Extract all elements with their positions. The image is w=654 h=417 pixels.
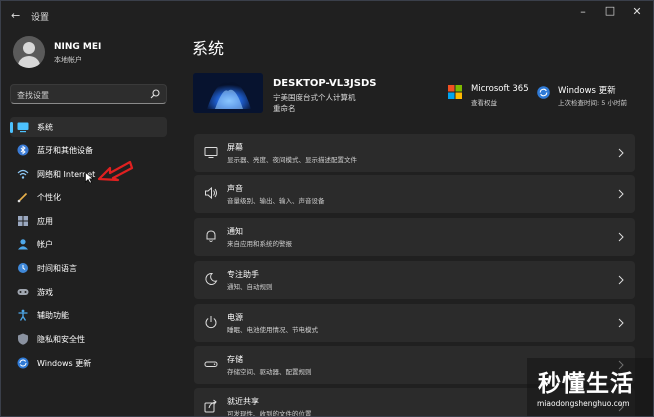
microsoft-365-title[interactable]: Microsoft 365 — [471, 84, 529, 94]
watermark-url: miaodongshenghuo.com — [537, 399, 630, 408]
setting-card-display[interactable]: 屏幕 显示器、亮度、夜间模式、显示描述配置文件 — [194, 134, 635, 172]
card-title: 专注助手 — [227, 270, 259, 279]
card-subtitle: 可发现性、收到的文件的位置 — [227, 410, 312, 417]
minimize-icon[interactable]: – — [573, 5, 593, 18]
chevron-right-icon — [618, 275, 624, 285]
microsoft-365-icon — [448, 85, 462, 99]
accessibility-icon — [18, 309, 28, 321]
chevron-right-icon — [618, 148, 624, 158]
page-title: 系统 — [192, 39, 225, 58]
sidebar-item-label: 蓝牙和其他设备 — [37, 146, 93, 155]
setting-card-sound[interactable]: 声音 音量级别、输出、输入、声音设备 — [194, 175, 635, 213]
active-indicator — [10, 122, 13, 133]
title-bar: ← 设置 – □ ✕ — [1, 1, 653, 31]
share-icon — [204, 399, 217, 413]
card-title: 通知 — [227, 227, 243, 236]
microsoft-365-subtitle: 查看权益 — [471, 99, 497, 107]
bell-icon — [206, 230, 216, 242]
system-icon — [17, 122, 29, 133]
sidebar-item-label: 系统 — [37, 123, 53, 132]
card-subtitle: 来自应用和系统的警报 — [227, 240, 292, 248]
windows-update-subtitle: 上次检查时间: 5 小时前 — [558, 99, 627, 107]
settings-window: ← 设置 – □ ✕ NING MEI 本地帐户 系统 蓝牙和其他设备 — [0, 0, 654, 417]
windows-update-title[interactable]: Windows 更新 — [558, 84, 616, 96]
setting-card-power[interactable]: 电源 睡眠、电池使用情况、节电模式 — [194, 304, 635, 342]
power-icon — [205, 316, 217, 329]
back-arrow-icon[interactable]: ← — [11, 9, 20, 22]
monitor-icon — [204, 147, 218, 158]
chevron-right-icon — [618, 318, 624, 328]
card-title: 就近共享 — [227, 397, 259, 406]
sidebar-item-time-language[interactable]: 时间和语言 — [10, 258, 167, 278]
sidebar-item-system[interactable]: 系统 — [10, 117, 167, 137]
personalization-icon — [17, 192, 28, 203]
storage-icon — [204, 361, 218, 367]
sidebar-item-label: 帐户 — [37, 240, 53, 249]
red-arrow-annotation — [97, 160, 134, 182]
sidebar-item-windows-update[interactable]: Windows 更新 — [10, 353, 167, 373]
rename-link[interactable]: 重命名 — [273, 103, 296, 114]
user-name: NING MEI — [54, 42, 102, 52]
sidebar-item-label: 隐私和安全性 — [37, 335, 85, 344]
device-model: 宁美国度台式个人计算机 — [273, 93, 356, 102]
chevron-right-icon — [618, 189, 624, 199]
card-subtitle: 音量级别、输出、输入、声音设备 — [227, 197, 325, 205]
maximize-icon[interactable]: □ — [600, 4, 620, 17]
sidebar-item-label: 个性化 — [37, 193, 61, 202]
watermark-text: 秒懂生活 — [538, 371, 634, 397]
sidebar-item-label: 时间和语言 — [37, 264, 77, 273]
privacy-shield-icon — [18, 333, 28, 345]
sidebar-item-personalization[interactable]: 个性化 — [10, 187, 167, 207]
avatar[interactable] — [13, 36, 45, 68]
search-icon[interactable] — [150, 89, 160, 99]
sidebar-item-label: 应用 — [37, 217, 53, 226]
search-input[interactable] — [15, 87, 149, 103]
card-title: 屏幕 — [227, 143, 243, 152]
windows-update-icon — [17, 357, 29, 369]
sidebar-item-bluetooth[interactable]: 蓝牙和其他设备 — [10, 140, 167, 160]
network-icon — [17, 169, 29, 179]
card-title: 电源 — [227, 313, 243, 322]
card-subtitle: 存储空间、驱动器、配置规则 — [227, 368, 312, 376]
bluetooth-icon — [17, 144, 29, 156]
sidebar-item-accounts[interactable]: 帐户 — [10, 234, 167, 254]
setting-card-notifications[interactable]: 通知 来自应用和系统的警报 — [194, 218, 635, 256]
accounts-icon — [18, 239, 28, 250]
sidebar-item-privacy[interactable]: 隐私和安全性 — [10, 329, 167, 349]
window-title: 设置 — [31, 13, 50, 23]
watermark: 秒懂生活 miaodongshenghuo.com — [527, 358, 653, 416]
time-language-icon — [18, 263, 28, 273]
account-type: 本地帐户 — [54, 56, 82, 64]
sidebar-item-apps[interactable]: 应用 — [10, 211, 167, 231]
close-icon[interactable]: ✕ — [627, 5, 647, 18]
moon-icon — [205, 272, 218, 285]
sidebar-item-label: 辅助功能 — [37, 311, 69, 320]
apps-icon — [18, 216, 28, 226]
sidebar-item-label: Windows 更新 — [37, 359, 92, 368]
sidebar-item-accessibility[interactable]: 辅助功能 — [10, 305, 167, 325]
card-subtitle: 显示器、亮度、夜间模式、显示描述配置文件 — [227, 156, 357, 164]
card-subtitle: 通知、自动规则 — [227, 283, 273, 291]
sidebar-item-gaming[interactable]: 游戏 — [10, 282, 167, 302]
windows-update-status-icon — [537, 86, 550, 99]
card-subtitle: 睡眠、电池使用情况、节电模式 — [227, 326, 318, 334]
sidebar-item-label: 游戏 — [37, 288, 53, 297]
speaker-icon — [205, 186, 217, 200]
chevron-right-icon — [618, 232, 624, 242]
desktop-wallpaper-thumbnail — [193, 73, 263, 113]
gaming-icon — [17, 289, 29, 295]
search-box[interactable] — [10, 84, 167, 104]
card-title: 存储 — [227, 355, 243, 364]
setting-card-focus-assist[interactable]: 专注助手 通知、自动规则 — [194, 261, 635, 299]
card-title: 声音 — [227, 184, 243, 193]
device-name: DESKTOP-VL3JSDS — [273, 78, 377, 89]
mouse-cursor-icon — [85, 172, 94, 184]
